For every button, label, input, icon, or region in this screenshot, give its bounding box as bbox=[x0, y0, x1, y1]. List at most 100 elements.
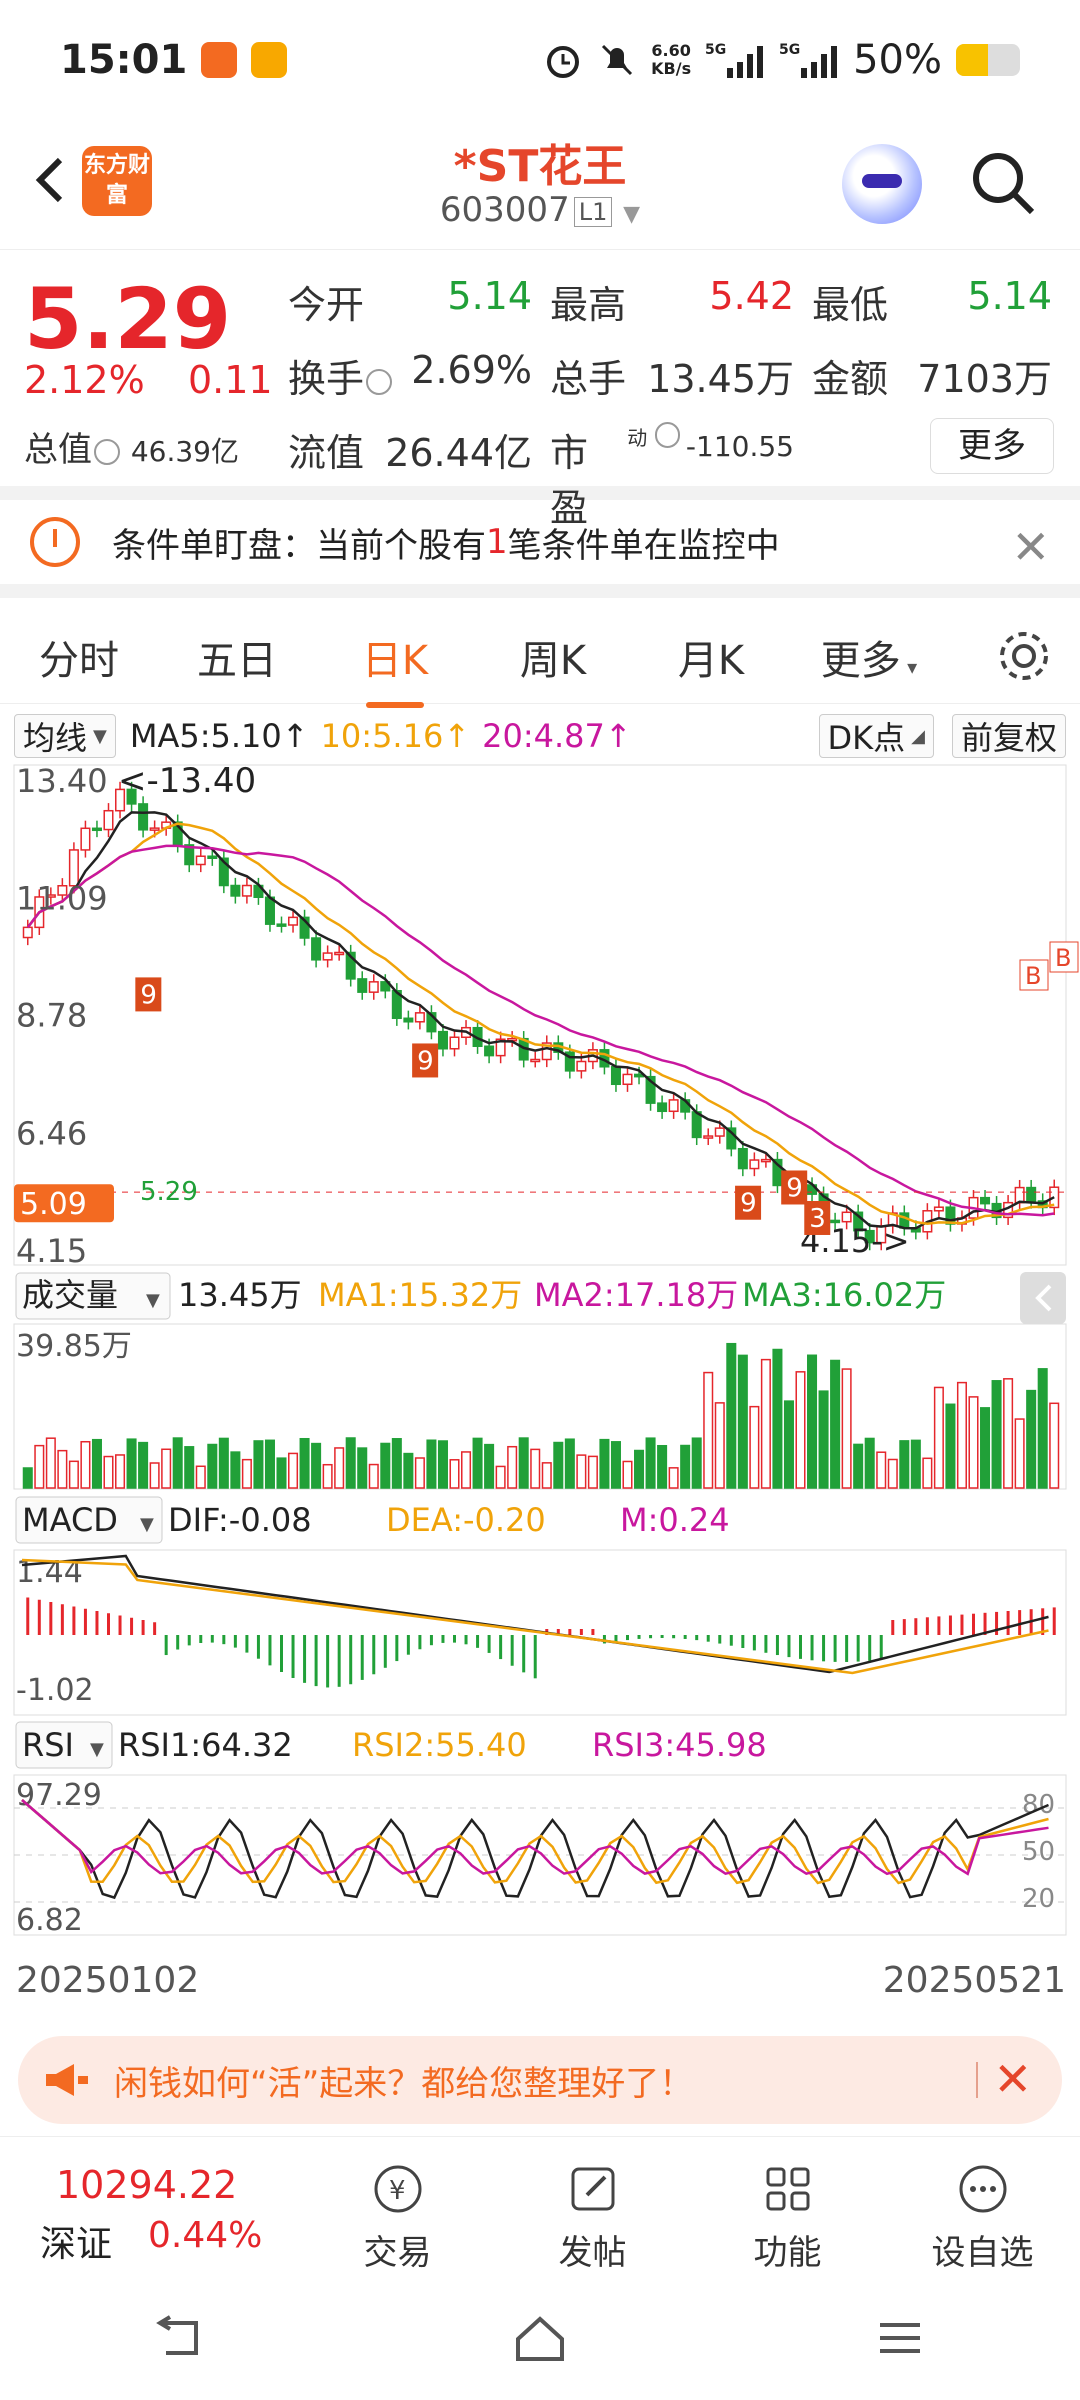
stock-header: 东方财富 *ST花王 603007 L1 ▼ bbox=[0, 120, 1080, 250]
info-icon[interactable] bbox=[94, 438, 120, 465]
candle bbox=[276, 923, 287, 927]
volume-bar bbox=[887, 1458, 898, 1489]
kline-chart[interactable]: 13.4011.098.786.464.15<-13.404.15->5.09 5… bbox=[0, 760, 1080, 1990]
tab-intraday[interactable]: 分时 bbox=[0, 628, 158, 686]
status-time: 15:01 bbox=[60, 37, 188, 83]
index-ticker[interactable]: 10294.22 深证 0.44% bbox=[0, 2137, 300, 2276]
gear-icon[interactable] bbox=[994, 626, 1054, 686]
candle bbox=[80, 827, 91, 851]
candle bbox=[749, 1159, 760, 1170]
close-icon[interactable]: ✕ bbox=[1011, 520, 1050, 574]
volume-bar bbox=[922, 1457, 933, 1489]
function-button[interactable]: 功能 bbox=[690, 2137, 885, 2276]
volume-bar bbox=[807, 1354, 818, 1489]
volume-ma1: MA1:15.32万 bbox=[318, 1276, 522, 1314]
volume-ma2: MA2:17.18万 bbox=[534, 1276, 738, 1314]
dk-point-select[interactable]: DK点 ◢ bbox=[818, 714, 934, 758]
promo-banner[interactable]: 闲钱如何“活”起来？都给您整理好了！ ✕ bbox=[18, 2036, 1062, 2124]
candle bbox=[980, 1196, 991, 1205]
tab-more[interactable]: 更多 ▾ bbox=[790, 628, 948, 686]
info-icon[interactable] bbox=[655, 422, 680, 448]
trade-button[interactable]: ¥ 交易 bbox=[300, 2137, 495, 2276]
back-nav-icon[interactable] bbox=[150, 2313, 210, 2363]
banner-text: 闲钱如何“活”起来？都给您整理好了！ bbox=[114, 2063, 694, 2104]
volume-bar bbox=[184, 1446, 195, 1489]
ma-select[interactable]: 均线 ▼ bbox=[14, 714, 116, 758]
adjust-select[interactable]: 前复权 bbox=[951, 714, 1066, 758]
quote-panel: 5.29 2.12% 0.11 总值 46.39亿 今开 5.14 最高 5.42 … bbox=[0, 250, 1080, 530]
period-tabs: 分时 五日 日K 周K 月K 更多 ▾ bbox=[0, 610, 1080, 708]
candle bbox=[576, 1060, 587, 1072]
candle bbox=[668, 1099, 679, 1113]
volume-dropdown-icon: ▼ bbox=[146, 1290, 160, 1311]
more-button[interactable]: 更多 bbox=[930, 418, 1054, 474]
volume-bar bbox=[518, 1437, 529, 1489]
volume-bar bbox=[599, 1438, 610, 1489]
volume-bar bbox=[138, 1441, 149, 1489]
volume-value: 13.45万 bbox=[178, 1276, 302, 1314]
candle bbox=[149, 827, 160, 831]
bottom-nav: 10294.22 深证 0.44% ¥ 交易 发帖 功能 设自选 bbox=[0, 2136, 1080, 2276]
rsi-dropdown-icon: ▼ bbox=[90, 1739, 104, 1760]
volume-bar bbox=[449, 1459, 460, 1489]
search-icon[interactable] bbox=[968, 148, 1038, 218]
volume-bar bbox=[553, 1441, 564, 1489]
svg-text:5G: 5G bbox=[779, 42, 800, 58]
start-date: 20250102 bbox=[16, 1960, 200, 2001]
candle bbox=[230, 884, 241, 897]
volume-bar bbox=[610, 1441, 621, 1489]
info-icon[interactable] bbox=[366, 368, 393, 395]
candle bbox=[195, 855, 206, 866]
volume-bar bbox=[22, 1467, 33, 1489]
index-value: 10294.22 bbox=[56, 2163, 238, 2207]
candle bbox=[657, 1102, 668, 1113]
volume-bar bbox=[426, 1439, 437, 1489]
candle bbox=[241, 884, 252, 897]
macd-dea: DEA:-0.20 bbox=[386, 1501, 546, 1539]
volume-bar bbox=[172, 1437, 183, 1489]
ma5-value: MA5:5.10 bbox=[129, 717, 282, 755]
tab-weekly-k[interactable]: 周K bbox=[474, 628, 632, 686]
volume-bar bbox=[288, 1452, 299, 1489]
price-tick-label: 13.40 bbox=[16, 762, 108, 800]
quote-row-2: 换手 2.69% 总手 13.45万 金额 7103万 bbox=[288, 348, 1052, 401]
tab-daily-k[interactable]: 日K bbox=[316, 628, 474, 708]
candle bbox=[622, 1073, 633, 1086]
edit-icon bbox=[571, 2167, 614, 2211]
volume-bar bbox=[1049, 1402, 1060, 1489]
end-date: 20250521 bbox=[882, 1960, 1066, 2001]
clock-icon bbox=[30, 517, 80, 567]
close-icon[interactable]: ✕ bbox=[993, 2052, 1032, 2106]
volume-bar bbox=[507, 1445, 518, 1489]
volume-bar bbox=[311, 1442, 322, 1489]
menu-icon[interactable] bbox=[870, 2313, 930, 2363]
condition-order-alert[interactable]: 条件单盯盘：当前个股有 1 笔条件单在监控中 ✕ bbox=[0, 500, 1080, 598]
net-speed: 6.60 KB/s bbox=[651, 41, 692, 78]
volume-bar bbox=[853, 1443, 864, 1489]
tab-monthly-k[interactable]: 月K bbox=[632, 628, 790, 686]
candle bbox=[530, 1058, 541, 1063]
volume-bar bbox=[991, 1380, 1002, 1489]
battery-percent: 50% bbox=[853, 37, 942, 83]
rsi-ref-50: 50 bbox=[1022, 1837, 1055, 1867]
add-watchlist-button[interactable]: 设自选 bbox=[885, 2137, 1080, 2276]
volume-bar bbox=[864, 1437, 875, 1489]
collapse-button[interactable] bbox=[1020, 1272, 1066, 1324]
volume-bar bbox=[334, 1447, 345, 1489]
volume-bar bbox=[1037, 1368, 1048, 1489]
price-tick-label: 6.46 bbox=[16, 1115, 87, 1153]
volume-bar bbox=[472, 1437, 483, 1489]
dropdown-icon: ▼ bbox=[623, 202, 641, 227]
volume-bar bbox=[161, 1448, 172, 1489]
volume-bar bbox=[933, 1386, 944, 1489]
tab-five-day[interactable]: 五日 bbox=[158, 628, 316, 686]
index-name: 深证 bbox=[40, 2224, 113, 2265]
home-icon[interactable] bbox=[510, 2313, 570, 2363]
post-button[interactable]: 发帖 bbox=[495, 2137, 690, 2276]
assistant-robot-icon[interactable] bbox=[842, 144, 922, 224]
candle bbox=[322, 952, 333, 961]
volume-bar bbox=[322, 1463, 333, 1489]
rsi3-value: RSI3:45.98 bbox=[592, 1726, 767, 1764]
candle bbox=[737, 1147, 748, 1170]
volume-bar bbox=[103, 1455, 114, 1489]
